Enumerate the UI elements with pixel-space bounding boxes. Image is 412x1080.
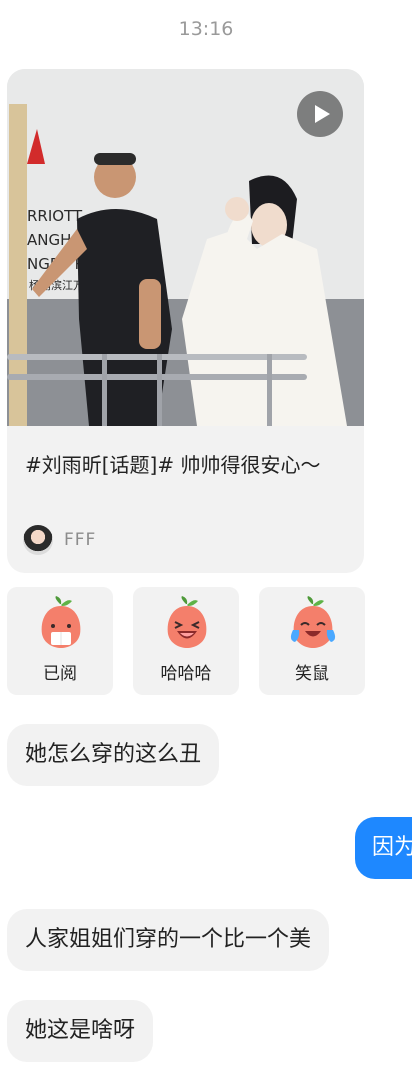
sticker-read[interactable]: 已阅 (7, 587, 113, 695)
peach-crying-laugh-icon (290, 596, 336, 648)
card-author[interactable]: FFF (23, 524, 96, 556)
sticker-label: 笑鼠 (295, 664, 329, 684)
message-bubble[interactable]: 人家姐姐们穿的一个比一个美 (7, 909, 330, 971)
shared-video-card[interactable]: RRIOTT ANGHAI NGPU RIV 杨浦滨江万 #刘雨昕[话题]# 帅… (7, 69, 364, 573)
sticker-label: 哈哈哈 (160, 664, 212, 684)
sticker-xiaoshu[interactable]: 笑鼠 (259, 587, 365, 695)
card-title[interactable]: #刘雨昕[话题]# 帅帅得很安心～ (25, 449, 350, 481)
avatar[interactable] (23, 525, 53, 555)
status-time: 13:16 (178, 18, 234, 40)
author-name: FFF (64, 530, 97, 550)
peach-reading-icon (41, 596, 81, 648)
message-bubble-sent[interactable]: 因为 (355, 817, 412, 879)
peach-laughing-icon (167, 596, 207, 648)
sticker-haha[interactable]: 哈哈哈 (133, 587, 239, 695)
play-icon[interactable] (297, 91, 343, 137)
sticker-label: 已阅 (43, 664, 77, 684)
video-thumbnail[interactable]: RRIOTT ANGHAI NGPU RIV 杨浦滨江万 (7, 69, 364, 426)
message-bubble[interactable]: 她怎么穿的这么丑 (7, 724, 220, 786)
sign-line: RRIOTT (27, 207, 83, 225)
message-bubble[interactable]: 她这是啥呀 (7, 1000, 154, 1062)
